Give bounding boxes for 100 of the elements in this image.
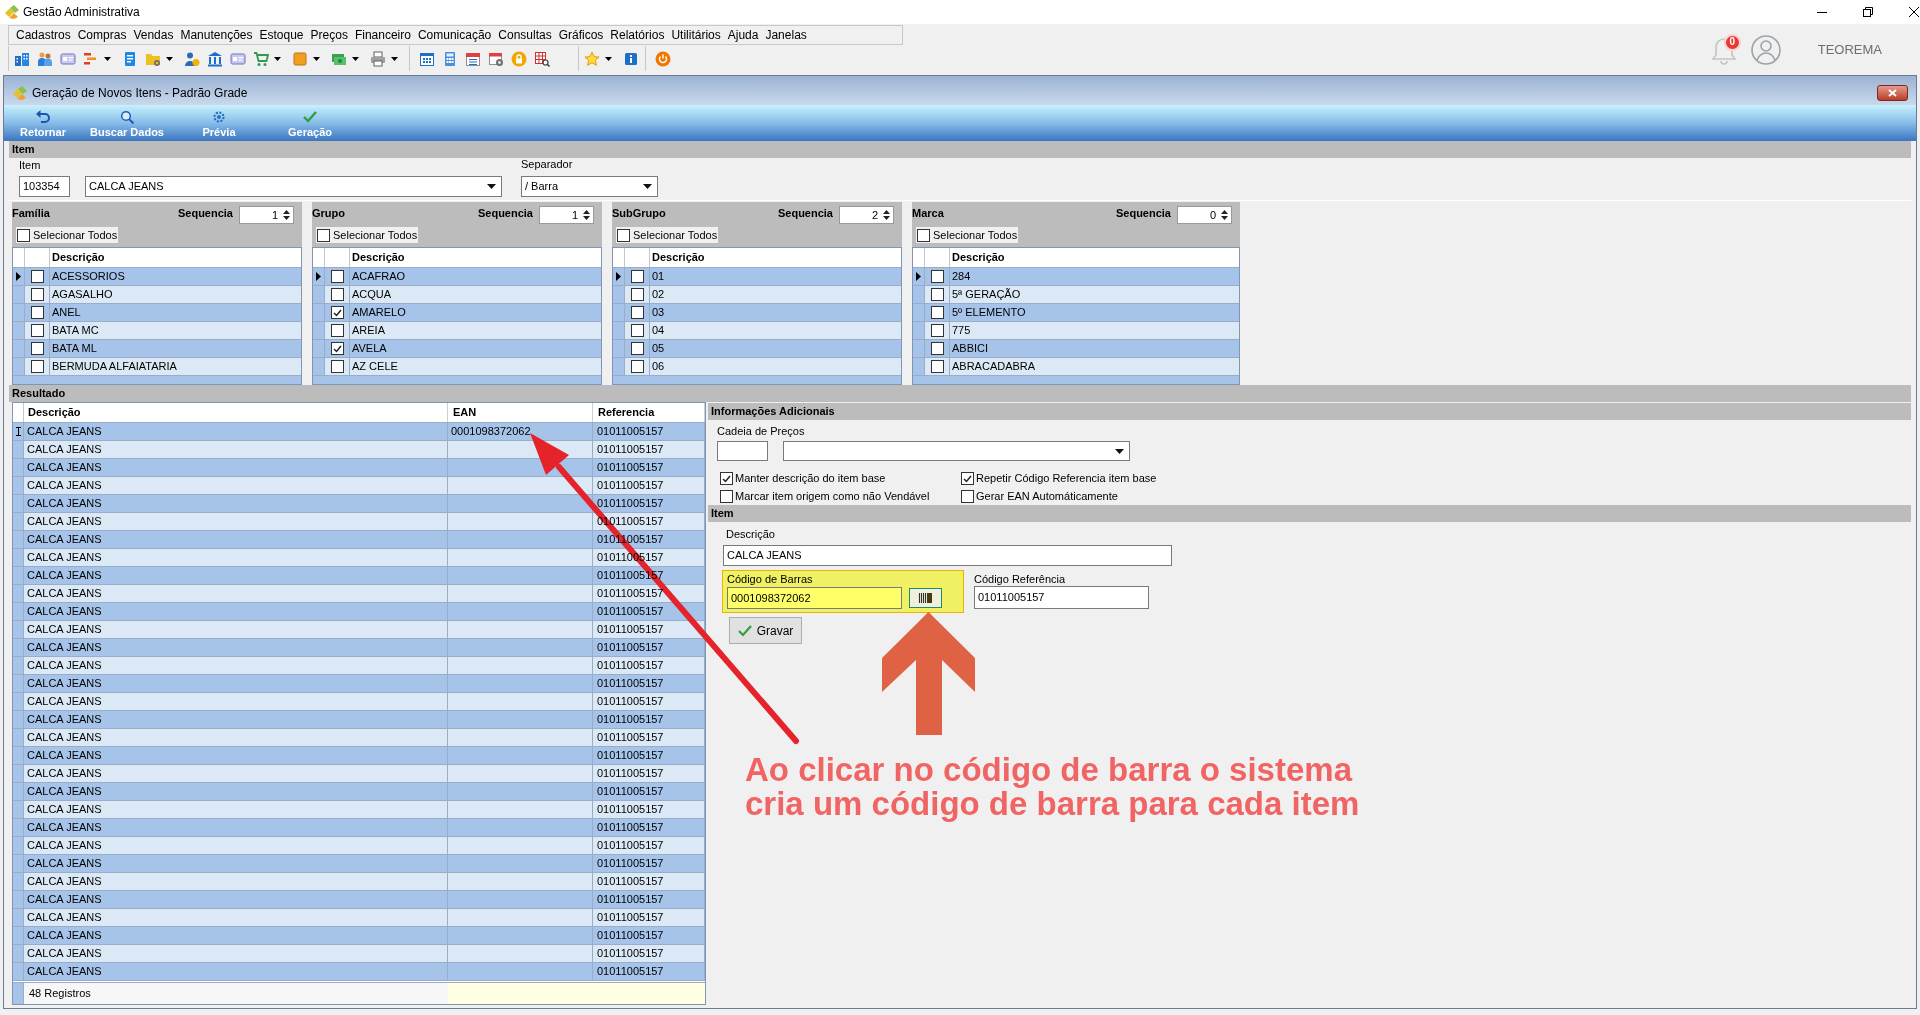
- checkbox[interactable]: [30, 306, 44, 319]
- save-button[interactable]: Gravar: [729, 617, 802, 644]
- menu-item[interactable]: Preços: [307, 26, 352, 44]
- menu-item[interactable]: Utilitários: [667, 26, 725, 44]
- list-row[interactable]: CALCA JEANS 01011005157: [13, 945, 705, 963]
- description-field[interactable]: CALCA JEANS: [723, 545, 1172, 566]
- list-row[interactable]: CALCA JEANS 01011005157: [13, 639, 705, 657]
- checkbox[interactable]: [630, 342, 644, 355]
- list-row[interactable]: ANEL: [13, 304, 301, 322]
- list-row[interactable]: CALCA JEANS 01011005157: [13, 747, 705, 765]
- sequence-spinner[interactable]: 2: [839, 206, 894, 224]
- checkbox[interactable]: [930, 324, 944, 337]
- menu-item[interactable]: Consultas: [494, 26, 556, 44]
- list-row[interactable]: CALCA JEANS 01011005157: [13, 459, 705, 477]
- reference-field[interactable]: 01011005157: [974, 586, 1149, 609]
- list-row[interactable]: CALCA JEANS 01011005157: [13, 783, 705, 801]
- barcode-button[interactable]: [909, 588, 942, 608]
- checkbox[interactable]: [720, 490, 733, 503]
- checkbox[interactable]: [30, 360, 44, 373]
- separator-dropdown[interactable]: / Barra: [521, 176, 658, 197]
- checkbox[interactable]: [720, 472, 733, 485]
- list-row[interactable]: AVELA: [313, 340, 601, 358]
- list-row[interactable]: CALCA JEANS 01011005157: [13, 801, 705, 819]
- menu-item[interactable]: Manutenções: [176, 26, 256, 44]
- menu-item[interactable]: Comunicação: [414, 26, 495, 44]
- item-dropdown[interactable]: CALCA JEANS: [85, 176, 502, 197]
- checkbox[interactable]: [630, 324, 644, 337]
- menu-item[interactable]: Ajuda: [724, 26, 762, 44]
- list-row[interactable]: CALCA JEANS 01011005157: [13, 963, 705, 981]
- checkbox[interactable]: [930, 306, 944, 319]
- list-row[interactable]: AREIA: [313, 322, 601, 340]
- list-row[interactable]: CALCA JEANS 01011005157: [13, 657, 705, 675]
- list-row[interactable]: ACAFRAO: [313, 268, 601, 286]
- list-row[interactable]: CALCA JEANS 01011005157: [13, 585, 705, 603]
- checkbox[interactable]: [30, 342, 44, 355]
- list-row[interactable]: CALCA JEANS 01011005157: [13, 441, 705, 459]
- list-row[interactable]: CALCA JEANS 01011005157: [13, 837, 705, 855]
- checkbox[interactable]: [630, 288, 644, 301]
- item-code-field[interactable]: 103354: [19, 176, 70, 197]
- barcode-field[interactable]: 0001098372062: [727, 587, 902, 609]
- sequence-spinner[interactable]: 1: [539, 206, 594, 224]
- list-row[interactable]: BATA MC: [13, 322, 301, 340]
- list-row[interactable]: 03: [613, 304, 901, 322]
- checkbox[interactable]: [30, 288, 44, 301]
- list-row[interactable]: CALCA JEANS 01011005157: [13, 891, 705, 909]
- list-row[interactable]: 5ª GERAÇÃO: [913, 286, 1239, 304]
- list-row[interactable]: BATA ML: [13, 340, 301, 358]
- checkbox[interactable]: [317, 228, 330, 242]
- list-row[interactable]: BERMUDA ALFAIATARIA: [13, 358, 301, 376]
- checkbox[interactable]: [30, 324, 44, 337]
- list-row[interactable]: AMARELO: [313, 304, 601, 322]
- close-button[interactable]: [1877, 84, 1908, 101]
- checkbox[interactable]: [330, 342, 344, 355]
- checkbox[interactable]: [930, 342, 944, 355]
- list-row[interactable]: 284: [913, 268, 1239, 286]
- list-row[interactable]: AZ CELE: [313, 358, 601, 376]
- list-row[interactable]: CALCA JEANS 01011005157: [13, 729, 705, 747]
- list-row[interactable]: CALCA JEANS 01011005157: [13, 477, 705, 495]
- checkbox[interactable]: [330, 306, 344, 319]
- list-row[interactable]: 02: [613, 286, 901, 304]
- list-row[interactable]: CALCA JEANS 01011005157: [13, 603, 705, 621]
- list-row[interactable]: CALCA JEANS 01011005157: [13, 873, 705, 891]
- menu-item[interactable]: Compras: [74, 26, 130, 44]
- checkbox[interactable]: [630, 306, 644, 319]
- list-row[interactable]: 05: [613, 340, 901, 358]
- list-row[interactable]: 5º ELEMENTO: [913, 304, 1239, 322]
- price-chain-dropdown[interactable]: [783, 441, 1130, 461]
- checkbox[interactable]: [930, 288, 944, 301]
- list-row[interactable]: 04: [613, 322, 901, 340]
- list-row[interactable]: ACESSORIOS: [13, 268, 301, 286]
- checkbox[interactable]: [617, 228, 630, 242]
- list-row[interactable]: CALCA JEANS 01011005157: [13, 909, 705, 927]
- list-row[interactable]: 06: [613, 358, 901, 376]
- menu-item[interactable]: Relatórios: [606, 26, 668, 44]
- menu-item[interactable]: Financeiro: [351, 26, 415, 44]
- list-row[interactable]: CALCA JEANS 0001098372062 01011005157: [13, 423, 705, 441]
- checkbox[interactable]: [30, 270, 44, 283]
- menu-item[interactable]: Cadastros: [12, 26, 75, 44]
- list-row[interactable]: ABBICI: [913, 340, 1239, 358]
- list-row[interactable]: CALCA JEANS 01011005157: [13, 621, 705, 639]
- list-row[interactable]: CALCA JEANS 01011005157: [13, 855, 705, 873]
- menu-item[interactable]: Estoque: [256, 26, 308, 44]
- list-row[interactable]: ABRACADABRA: [913, 358, 1239, 376]
- bell-icon[interactable]: [1710, 35, 1737, 66]
- checkbox[interactable]: [630, 270, 644, 283]
- list-row[interactable]: CALCA JEANS 01011005157: [13, 711, 705, 729]
- checkbox[interactable]: [330, 324, 344, 337]
- list-row[interactable]: ACQUA: [313, 286, 601, 304]
- checkbox[interactable]: [330, 288, 344, 301]
- sequence-spinner[interactable]: 0: [1177, 206, 1232, 224]
- sequence-spinner[interactable]: 1: [239, 206, 294, 224]
- menu-item[interactable]: Janelas: [761, 26, 811, 44]
- list-row[interactable]: AGASALHO: [13, 286, 301, 304]
- list-row[interactable]: CALCA JEANS 01011005157: [13, 819, 705, 837]
- menu-item[interactable]: Vendas: [129, 26, 177, 44]
- checkbox[interactable]: [330, 270, 344, 283]
- list-row[interactable]: CALCA JEANS 01011005157: [13, 495, 705, 513]
- checkbox[interactable]: [930, 360, 944, 373]
- checkbox[interactable]: [961, 472, 974, 485]
- checkbox[interactable]: [17, 228, 30, 242]
